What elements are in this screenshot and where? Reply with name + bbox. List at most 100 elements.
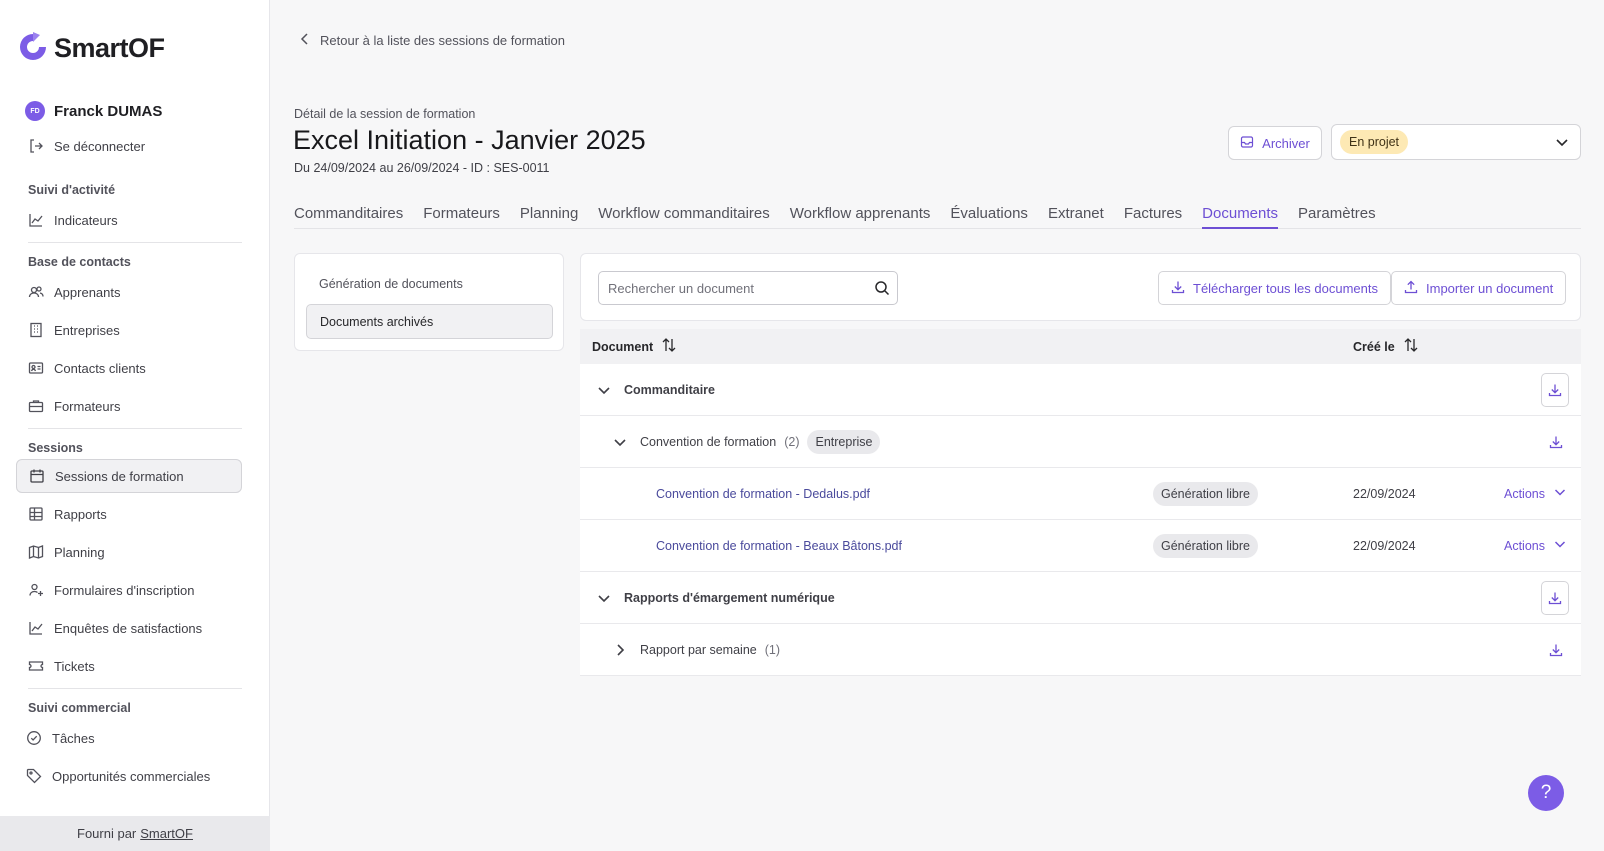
sidebar-item-label: Contacts clients (54, 360, 146, 376)
tab-evaluations[interactable]: Évaluations (950, 196, 1028, 229)
section-title-activity: Suivi d'activité (28, 183, 116, 197)
download-all-button[interactable]: Télécharger tous les documents (1158, 271, 1391, 305)
group-label: Commanditaire (624, 382, 715, 397)
tab-workflow-commanditaires[interactable]: Workflow commanditaires (598, 196, 769, 229)
chevron-down-icon (1554, 134, 1570, 155)
divider (28, 428, 242, 429)
sidebar-item-label: Apprenants (54, 284, 121, 300)
session-dates: Du 24/09/2024 au 26/09/2024 - ID : SES-0… (294, 161, 550, 175)
download-icon[interactable] (1549, 643, 1563, 657)
sidebar-item-rapports[interactable]: Rapports (16, 495, 242, 533)
logo[interactable]: SmartOF (16, 30, 165, 66)
chevron-down-icon[interactable] (596, 590, 612, 606)
submenu-archived[interactable]: Documents archivés (306, 304, 553, 339)
documents-toolbar: Télécharger tous les documents Importer … (580, 253, 1581, 321)
sidebar-item-formulaires[interactable]: Formulaires d'inscription (16, 571, 242, 609)
sidebar-item-label: Entreprises (54, 322, 120, 338)
section-title-sessions: Sessions (28, 441, 83, 455)
building-icon (28, 322, 44, 338)
help-button[interactable]: ? (1528, 775, 1564, 811)
tab-parametres[interactable]: Paramètres (1298, 196, 1376, 229)
sidebar-item-label: Indicateurs (54, 212, 118, 228)
submenu-generation[interactable]: Génération de documents (306, 266, 553, 301)
column-created[interactable]: Créé le (1353, 337, 1419, 356)
tab-documents[interactable]: Documents (1202, 196, 1279, 229)
upload-icon (1404, 280, 1418, 297)
group-download-button[interactable] (1541, 372, 1569, 407)
sidebar-item-label: Planning (54, 544, 105, 560)
tab-formateurs[interactable]: Formateurs (423, 196, 500, 229)
tab-workflow-apprenants[interactable]: Workflow apprenants (790, 196, 931, 229)
tab-bar: Commanditaires Formateurs Planning Workf… (294, 196, 1581, 229)
logout-icon (28, 138, 44, 154)
archive-label: Archiver (1262, 135, 1310, 151)
sidebar-item-apprenants[interactable]: Apprenants (16, 273, 242, 311)
chevron-down-icon (1553, 537, 1567, 554)
search-icon[interactable] (874, 280, 890, 301)
status-select[interactable]: En projet (1331, 124, 1581, 160)
tab-commanditaires[interactable]: Commanditaires (294, 196, 403, 229)
user-name: Franck DUMAS (54, 102, 163, 120)
subgroup-count: (2) (784, 434, 800, 449)
sidebar-item-formateurs[interactable]: Formateurs (16, 387, 242, 425)
back-link[interactable]: Retour à la liste des sessions de format… (300, 32, 565, 49)
avatar: FD (25, 101, 45, 121)
sidebar-item-indicateurs[interactable]: Indicateurs (16, 201, 242, 239)
sidebar-item-enquetes[interactable]: Enquêtes de satisfactions (16, 609, 242, 647)
page-subtitle: Détail de la session de formation (294, 107, 476, 121)
import-button[interactable]: Importer un document (1391, 271, 1567, 305)
file-link[interactable]: Convention de formation - Beaux Bâtons.p… (656, 539, 902, 553)
sidebar: SmartOF FD Franck DUMAS Se déconnecter S… (0, 0, 270, 851)
contact-card-icon (28, 360, 44, 376)
table-group-row: Rapports d'émargement numérique (580, 572, 1581, 624)
section-title-contacts: Base de contacts (28, 255, 131, 269)
footer-link[interactable]: SmartOF (140, 826, 193, 841)
tag-icon (26, 768, 42, 784)
sidebar-item-taches[interactable]: Tâches (16, 719, 242, 757)
logout-button[interactable]: Se déconnecter (16, 127, 242, 165)
actions-label: Actions (1504, 486, 1545, 501)
documents-submenu: Génération de documents Documents archiv… (294, 253, 564, 351)
documents-table: Document Créé le Commanditaire Conventio… (580, 329, 1581, 676)
sidebar-item-label: Formateurs (54, 398, 121, 414)
user-profile[interactable]: FD Franck DUMAS (25, 101, 162, 121)
logout-label: Se déconnecter (54, 138, 146, 154)
tab-planning[interactable]: Planning (520, 196, 578, 229)
sidebar-item-contacts-clients[interactable]: Contacts clients (16, 349, 242, 387)
sidebar-item-tickets[interactable]: Tickets (16, 647, 242, 685)
status-badge: En projet (1340, 130, 1409, 154)
group-download-button[interactable] (1541, 580, 1569, 615)
sidebar-item-opportunites[interactable]: Opportunités commerciales (16, 757, 242, 795)
tab-extranet[interactable]: Extranet (1048, 196, 1104, 229)
sidebar-item-entreprises[interactable]: Entreprises (16, 311, 242, 349)
actions-menu[interactable]: Actions (1504, 485, 1567, 502)
ticket-icon (28, 658, 44, 674)
sidebar-item-label: Opportunités commerciales (52, 768, 211, 784)
page-title: Excel Initiation - Janvier 2025 (293, 125, 646, 155)
chevron-down-icon[interactable] (612, 434, 628, 450)
map-icon (28, 544, 44, 560)
actions-menu[interactable]: Actions (1504, 537, 1567, 554)
search-box (598, 271, 898, 305)
users-icon (28, 284, 44, 300)
column-document-label: Document (592, 339, 654, 354)
sidebar-item-label: Formulaires d'inscription (54, 582, 195, 598)
download-icon[interactable] (1549, 435, 1563, 449)
calendar-icon (29, 468, 45, 484)
table-subgroup-row: Convention de formation (2) Entreprise (580, 416, 1581, 468)
sidebar-item-planning[interactable]: Planning (16, 533, 242, 571)
group-label: Rapports d'émargement numérique (624, 590, 835, 605)
sidebar-item-label: Tâches (52, 730, 95, 746)
column-document[interactable]: Document (592, 337, 677, 356)
search-input[interactable] (599, 272, 859, 304)
tab-factures[interactable]: Factures (1124, 196, 1182, 229)
chevron-right-icon[interactable] (612, 642, 628, 658)
sidebar-item-sessions[interactable]: Sessions de formation (16, 459, 242, 493)
section-title-commercial: Suivi commercial (28, 701, 131, 715)
column-created-label: Créé le (1353, 339, 1395, 354)
archive-button[interactable]: Archiver (1228, 126, 1322, 160)
table-row: Convention de formation - Dedalus.pdf Gé… (580, 468, 1581, 520)
chevron-down-icon[interactable] (596, 382, 612, 398)
archive-icon (1240, 135, 1254, 152)
file-link[interactable]: Convention de formation - Dedalus.pdf (656, 487, 870, 501)
